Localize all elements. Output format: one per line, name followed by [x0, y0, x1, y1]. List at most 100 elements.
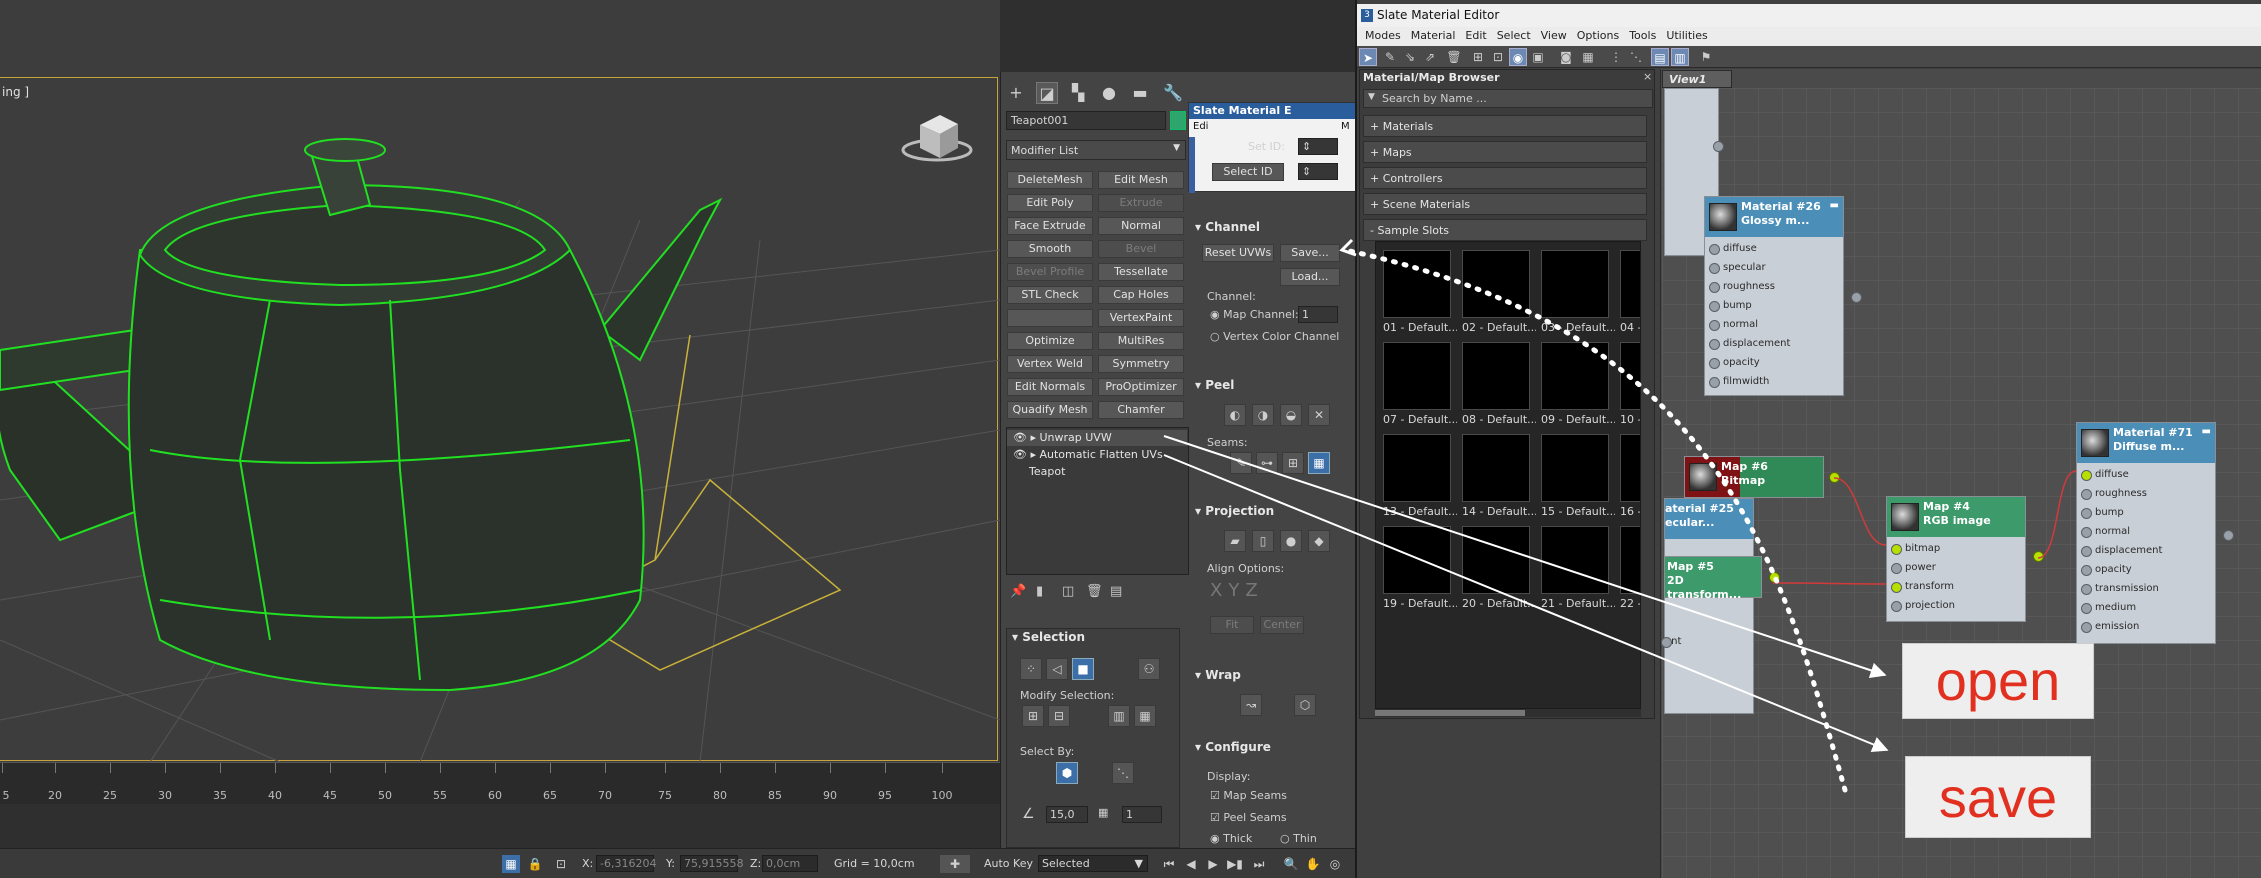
go-to-start-icon[interactable]: ⏮: [1160, 855, 1178, 873]
map-channel-radio[interactable]: ◉ Map Channel:: [1210, 308, 1299, 321]
node-port[interactable]: transmission: [2081, 579, 2221, 598]
node-port[interactable]: transform: [1891, 577, 2031, 596]
zoom-icon[interactable]: 🔍: [1282, 855, 1300, 873]
save-uvw-button[interactable]: Save...: [1280, 244, 1340, 262]
node-material-26[interactable]: ▬ Material #26 Glossy m... diffuse specul…: [1704, 196, 1862, 396]
chevron-down-icon[interactable]: ▼: [1368, 92, 1375, 102]
thick-radio[interactable]: ◉ Thick: [1210, 832, 1252, 845]
modify-tab-icon[interactable]: ◪: [1036, 82, 1058, 104]
face-select-icon[interactable]: ■: [1072, 658, 1094, 680]
show-end-result-icon[interactable]: ▮: [1036, 584, 1043, 599]
parameter-editor-icon[interactable]: ▥: [1671, 48, 1689, 66]
select-id-button[interactable]: Select ID: [1212, 163, 1284, 181]
modifier-button[interactable]: Face Extrude: [1007, 217, 1093, 235]
sample-slot[interactable]: 22 -: [1616, 522, 1640, 612]
slot-swatch[interactable]: [1620, 342, 1640, 410]
center-button[interactable]: Center: [1260, 616, 1304, 634]
sample-slot[interactable]: 20 - Default...: [1458, 522, 1536, 612]
node-port[interactable]: filmwidth: [1709, 372, 1849, 391]
slate-menu-item[interactable]: Options: [1577, 29, 1619, 42]
modifier-button[interactable]: Quadify Mesh: [1007, 401, 1093, 419]
sample-slot[interactable]: 02 - Default...: [1458, 246, 1536, 336]
browser-category[interactable]: + Maps: [1363, 141, 1647, 163]
slots-scrollbar[interactable]: [1375, 709, 1641, 717]
object-name-field[interactable]: Teapot001: [1006, 111, 1166, 130]
x-coordinate-field[interactable]: -6,316204: [596, 855, 656, 872]
peel-rollout-header[interactable]: ▾ Peel: [1195, 378, 1234, 392]
hierarchy-tab-icon[interactable]: ▚: [1067, 82, 1089, 104]
modifier-button[interactable]: Chamfer: [1098, 401, 1184, 419]
select-mat-id-spinner[interactable]: 1: [1122, 806, 1162, 823]
slot-swatch[interactable]: [1541, 526, 1609, 594]
planar-angle-spinner[interactable]: 15,0: [1046, 806, 1088, 823]
node-port[interactable]: roughness: [2081, 484, 2221, 503]
layout-all-icon[interactable]: ⋮: [1607, 48, 1625, 66]
modifier-button[interactable]: Vertex Weld: [1007, 355, 1093, 373]
align-xyz-icons[interactable]: XYZ: [1210, 580, 1264, 601]
slot-swatch[interactable]: [1541, 342, 1609, 410]
slot-swatch[interactable]: [1620, 434, 1640, 502]
remove-modifier-icon[interactable]: 🗑: [1086, 584, 1103, 599]
map-channel-spinner[interactable]: 1: [1298, 306, 1338, 323]
show-end-result-icon[interactable]: ▣: [1529, 48, 1547, 66]
eye-icon[interactable]: 👁: [1013, 448, 1027, 461]
sample-slot[interactable]: 01 - Default...: [1379, 246, 1457, 336]
slate-menu-item[interactable]: Material: [1411, 29, 1456, 42]
eye-icon[interactable]: 👁: [1013, 431, 1027, 444]
select-by-planar-icon[interactable]: ⋱: [1112, 762, 1134, 784]
modifier-button[interactable]: Extrude: [1098, 194, 1184, 212]
node-port[interactable]: bitmap: [1891, 539, 2031, 558]
modifier-button[interactable]: Bevel Profile: [1007, 263, 1093, 281]
node-output-socket[interactable]: [1713, 141, 1724, 152]
wrap-rollout-header[interactable]: ▾ Wrap: [1195, 668, 1241, 682]
spline-map-icon[interactable]: ↝: [1240, 694, 1262, 716]
modifier-button[interactable]: ProOptimizer: [1098, 378, 1184, 396]
reset-peel-icon[interactable]: ✕: [1308, 404, 1330, 426]
slot-swatch[interactable]: [1620, 250, 1640, 318]
expand-seams-icon[interactable]: ⊞: [1282, 452, 1304, 474]
mini-slate-m[interactable]: M: [1341, 121, 1350, 132]
node-port[interactable]: emission: [2081, 617, 2221, 636]
y-coordinate-field[interactable]: 75,915558: [680, 855, 744, 872]
modifier-stack[interactable]: 👁 ▸ Unwrap UVW 👁 ▸ Automatic Flatten UVs…: [1006, 427, 1189, 575]
go-to-end-icon[interactable]: ⏭: [1250, 855, 1268, 873]
timeline-ruler[interactable]: 5 20 25 30 35 40 45 50 55 60 65 70 75 80 85 90 95 100: [0, 762, 1000, 804]
node-port[interactable]: projection: [1891, 596, 2031, 615]
edge-sel-seams-icon[interactable]: ⊶: [1256, 452, 1278, 474]
viewport-label[interactable]: ing ]: [2, 85, 29, 99]
point-to-point-seams-icon[interactable]: ✎: [1230, 452, 1252, 474]
node-port[interactable]: roughness: [1709, 277, 1849, 296]
modifier-button[interactable]: Edit Mesh: [1098, 171, 1184, 189]
thin-radio[interactable]: ○ Thin: [1280, 832, 1317, 845]
set-id-spinner[interactable]: ⇕: [1298, 138, 1338, 155]
peel-seams-checkbox[interactable]: ☑ Peel Seams: [1210, 811, 1287, 824]
modifier-button[interactable]: Cap Holes: [1098, 286, 1184, 304]
modifier-button[interactable]: Tessellate: [1098, 263, 1184, 281]
browser-toggle-icon[interactable]: ▤: [1651, 48, 1669, 66]
configure-sets-icon[interactable]: ▤: [1110, 584, 1122, 599]
node-port[interactable]: bump: [1709, 296, 1849, 315]
slot-swatch[interactable]: [1383, 526, 1451, 594]
sample-slot[interactable]: 09 - Default...: [1537, 338, 1615, 428]
stack-item-unwrap-uvw[interactable]: 👁 ▸ Unwrap UVW: [1007, 430, 1187, 446]
node-port[interactable]: displacement: [2081, 541, 2221, 560]
modifier-button[interactable]: Smooth: [1007, 240, 1093, 258]
node-port[interactable]: normal: [2081, 522, 2221, 541]
perspective-viewport[interactable]: ing ]: [0, 0, 1000, 762]
sample-slot[interactable]: 13 - Default...: [1379, 430, 1457, 520]
sample-slot[interactable]: 08 - Default...: [1458, 338, 1536, 428]
select-by-element-icon[interactable]: ⬢: [1056, 762, 1078, 784]
sample-slot[interactable]: 19 - Default...: [1379, 522, 1457, 612]
modifier-button[interactable]: Optimize: [1007, 332, 1093, 350]
pin-stack-icon[interactable]: 📌: [1010, 584, 1026, 599]
slate-menu-item[interactable]: Edit: [1465, 29, 1486, 42]
slot-swatch[interactable]: [1541, 434, 1609, 502]
node-material-71[interactable]: ▬ Material #71 Diffuse m... diffuse rough…: [2076, 422, 2234, 644]
node-port[interactable]: diffuse: [1709, 239, 1849, 258]
modifier-list-dropdown[interactable]: Modifier List ▼: [1006, 140, 1186, 160]
modifier-button[interactable]: [1007, 309, 1093, 327]
planar-map-icon[interactable]: ▰: [1224, 530, 1246, 552]
add-time-tag-icon[interactable]: ✚: [940, 855, 970, 873]
selection-rollout-header[interactable]: ▾ Selection: [1012, 630, 1085, 644]
browser-category[interactable]: + Scene Materials: [1363, 193, 1647, 215]
